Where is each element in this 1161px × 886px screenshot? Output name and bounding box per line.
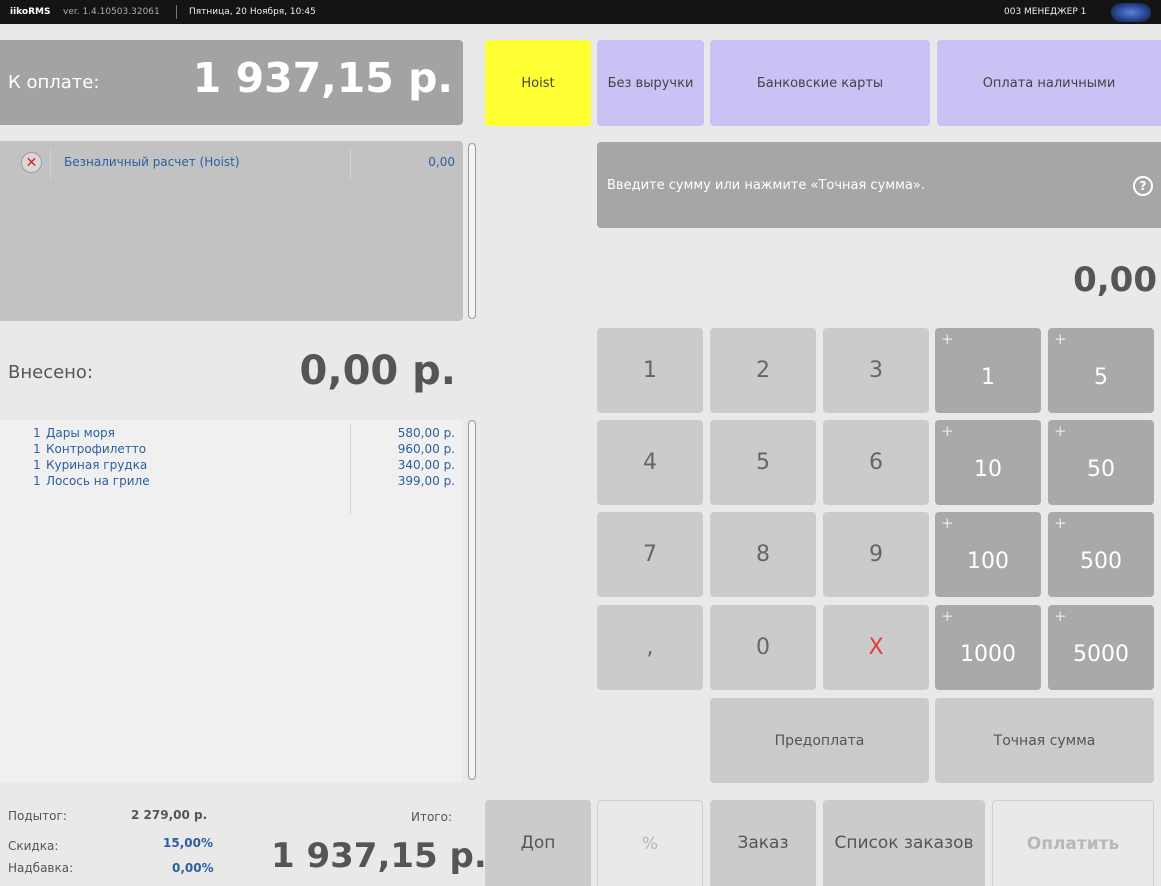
add-1000-button[interactable]: + 1000: [935, 605, 1041, 690]
item-qty: 1: [33, 458, 41, 472]
add-value: 50: [1087, 457, 1115, 482]
percent-button[interactable]: %: [597, 800, 703, 886]
orders-list-button[interactable]: Список заказов: [823, 800, 985, 886]
key-2[interactable]: 2: [710, 328, 816, 413]
key-9[interactable]: 9: [823, 512, 929, 597]
item-price: 340,00 р.: [397, 458, 455, 472]
payments-list: ✕ Безналичный расчет (Hoist) 0,00: [0, 141, 463, 321]
discount-value: 15,00%: [163, 836, 213, 850]
item-name: Куриная грудка: [46, 458, 148, 472]
item-qty: 1: [33, 474, 41, 488]
payments-scrollbar[interactable]: [468, 143, 476, 319]
list-item[interactable]: 1 Контрофилетто 960,00 р.: [0, 442, 463, 458]
plus-icon: +: [941, 422, 954, 440]
plus-icon: +: [1054, 514, 1067, 532]
add-100-button[interactable]: + 100: [935, 512, 1041, 597]
amount-display: 0,00: [1073, 260, 1157, 300]
add-5000-button[interactable]: + 5000: [1048, 605, 1154, 690]
item-qty: 1: [33, 426, 41, 440]
to-pay-amount: 1 937,15 р.: [192, 54, 453, 102]
payment-type-no-revenue[interactable]: Без выручки: [597, 40, 704, 126]
add-value: 500: [1080, 549, 1122, 574]
total-value: 1 937,15 р.: [271, 836, 487, 876]
add-value: 1: [981, 365, 995, 390]
key-4[interactable]: 4: [597, 420, 703, 505]
order-button[interactable]: Заказ: [710, 800, 816, 886]
item-price: 399,00 р.: [397, 474, 455, 488]
key-7[interactable]: 7: [597, 512, 703, 597]
plus-icon: +: [941, 330, 954, 348]
deposited-amount: 0,00 р.: [299, 348, 456, 394]
list-item[interactable]: 1 Дары моря 580,00 р.: [0, 426, 463, 442]
item-name: Лосось на гриле: [46, 474, 150, 488]
status-orb-icon[interactable]: [1111, 3, 1151, 22]
add-50-button[interactable]: + 50: [1048, 420, 1154, 505]
hint-text: Введите сумму или нажмите «Точная сумма»…: [607, 178, 925, 193]
plus-icon: +: [1054, 330, 1067, 348]
app-brand: iikoRMS: [10, 7, 51, 17]
order-scrollbar[interactable]: [468, 420, 476, 780]
add-10-button[interactable]: + 10: [935, 420, 1041, 505]
current-date: Пятница, 20 Ноября, 10:45: [189, 7, 316, 17]
payment-amount[interactable]: 0,00: [428, 155, 455, 169]
key-3[interactable]: 3: [823, 328, 929, 413]
total-label: Итого:: [411, 810, 452, 824]
exact-amount-button[interactable]: Точная сумма: [935, 698, 1154, 783]
surcharge-value: 0,00%: [172, 861, 214, 875]
key-8[interactable]: 8: [710, 512, 816, 597]
payment-name[interactable]: Безналичный расчет (Hoist): [64, 155, 240, 169]
divider: [350, 149, 351, 179]
add-500-button[interactable]: + 500: [1048, 512, 1154, 597]
add-value: 1000: [960, 642, 1016, 667]
plus-icon: +: [1054, 607, 1067, 625]
item-name: Контрофилетто: [46, 442, 147, 456]
remove-payment-icon[interactable]: ✕: [21, 152, 42, 173]
subtotal-value: 2 279,00 р.: [131, 808, 208, 822]
discount-label: Скидка:: [8, 839, 59, 853]
add-value: 5000: [1073, 642, 1129, 667]
add-value: 100: [967, 549, 1009, 574]
prepayment-button[interactable]: Предоплата: [710, 698, 929, 783]
item-price: 580,00 р.: [397, 426, 455, 440]
key-1[interactable]: 1: [597, 328, 703, 413]
key-0[interactable]: 0: [710, 605, 816, 690]
extra-button[interactable]: Доп: [485, 800, 591, 886]
clear-button[interactable]: X: [823, 605, 929, 690]
app-version: ver. 1.4.10503.32061: [63, 7, 160, 17]
list-item[interactable]: 1 Куриная грудка 340,00 р.: [0, 458, 463, 474]
item-price: 960,00 р.: [397, 442, 455, 456]
divider: [50, 149, 51, 179]
title-bar: iikoRMS ver. 1.4.10503.32061 Пятница, 20…: [0, 0, 1161, 24]
to-pay-panel: К оплате: 1 937,15 р.: [0, 40, 463, 125]
deposited-label: Внесено:: [8, 362, 94, 383]
payment-type-hoist[interactable]: Hoist: [485, 40, 591, 126]
hint-banner: Введите сумму или нажмите «Точная сумма»…: [597, 142, 1161, 228]
plus-icon: +: [941, 514, 954, 532]
item-name: Дары моря: [46, 426, 115, 440]
item-qty: 1: [33, 442, 41, 456]
add-value: 5: [1094, 365, 1108, 390]
plus-icon: +: [1054, 422, 1067, 440]
pay-button[interactable]: Оплатить: [992, 800, 1154, 886]
add-1-button[interactable]: + 1: [935, 328, 1041, 413]
payment-type-bank-cards[interactable]: Банковские карты: [710, 40, 930, 126]
key-comma[interactable]: ,: [597, 605, 703, 690]
divider: [176, 5, 177, 19]
key-5[interactable]: 5: [710, 420, 816, 505]
key-6[interactable]: 6: [823, 420, 929, 505]
help-icon[interactable]: ?: [1133, 176, 1153, 196]
add-value: 10: [974, 457, 1002, 482]
subtotal-label: Подытог:: [8, 809, 67, 823]
current-user[interactable]: 003 МЕНЕДЖЕР 1: [1004, 7, 1086, 17]
payment-type-cash[interactable]: Оплата наличными: [937, 40, 1161, 126]
surcharge-label: Надбавка:: [8, 861, 74, 875]
add-5-button[interactable]: + 5: [1048, 328, 1154, 413]
plus-icon: +: [941, 607, 954, 625]
order-items-list: 1 Дары моря 580,00 р. 1 Контрофилетто 96…: [0, 420, 463, 782]
to-pay-label: К оплате:: [8, 72, 100, 93]
list-item[interactable]: 1 Лосось на гриле 399,00 р.: [0, 474, 463, 490]
